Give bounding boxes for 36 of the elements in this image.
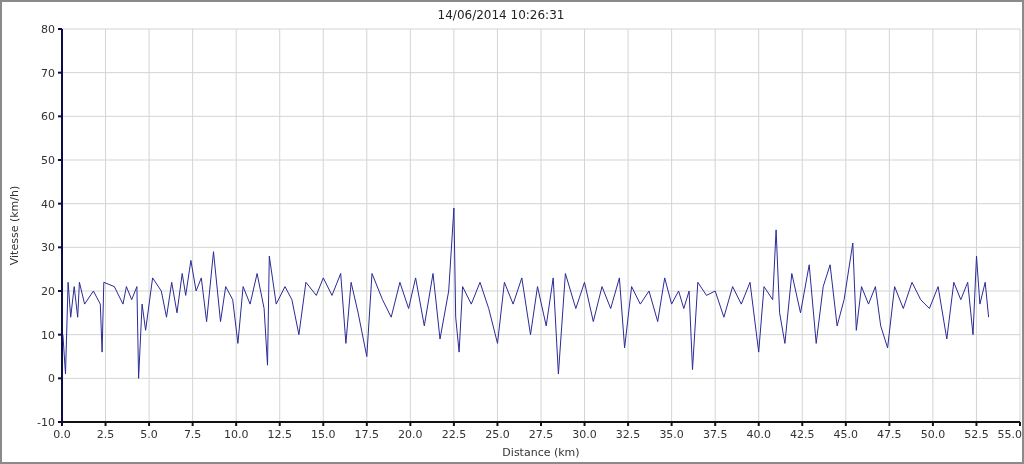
tick-label: 50 bbox=[41, 154, 55, 167]
tick-label: 55.0 bbox=[997, 428, 1022, 441]
tick-label: 7.5 bbox=[183, 428, 202, 441]
tick-label: 10.0 bbox=[223, 428, 249, 441]
tick-label: 22.5 bbox=[441, 428, 467, 441]
tick-label: 37.5 bbox=[702, 428, 728, 441]
tick-label: 5.0 bbox=[140, 428, 158, 441]
tick-label: 35.0 bbox=[659, 428, 684, 441]
tick-label: 47.5 bbox=[877, 428, 902, 441]
tick-label: 10 bbox=[41, 328, 55, 342]
tick-label: 25.0 bbox=[485, 428, 510, 441]
tick-label: 17.5 bbox=[354, 428, 380, 441]
tick-label: 20.0 bbox=[398, 428, 423, 441]
tick-label: 42.5 bbox=[790, 428, 815, 441]
tick-label: 45.0 bbox=[833, 428, 859, 441]
tick-label: 30.0 bbox=[572, 428, 597, 441]
tick-label: 0.0 bbox=[53, 428, 71, 441]
tick-label: 60 bbox=[41, 110, 55, 124]
tick-label: 80 bbox=[41, 23, 55, 36]
x-axis-label: Distance (km) bbox=[502, 446, 580, 459]
tick-label: 20 bbox=[41, 285, 55, 298]
tick-label: 30 bbox=[41, 241, 55, 255]
tick-label: -10 bbox=[37, 416, 55, 429]
tick-label: 15.0 bbox=[311, 428, 336, 441]
chart-title: 14/06/2014 10:26:31 bbox=[437, 8, 565, 22]
tick-label: 0 bbox=[48, 372, 55, 386]
tick-label: 32.5 bbox=[615, 428, 641, 441]
tick-label: 12.5 bbox=[267, 428, 292, 441]
tick-label: 27.5 bbox=[528, 428, 554, 441]
tick-label: 2.5 bbox=[96, 428, 115, 441]
tick-label: 40 bbox=[41, 197, 55, 211]
tick-label: 52.5 bbox=[964, 428, 989, 441]
y-axis-label: Vitesse (km/h) bbox=[8, 185, 21, 266]
tick-label: 50.0 bbox=[920, 428, 946, 441]
tick-label: 70 bbox=[41, 66, 55, 80]
tick-label: 40.0 bbox=[746, 428, 771, 441]
